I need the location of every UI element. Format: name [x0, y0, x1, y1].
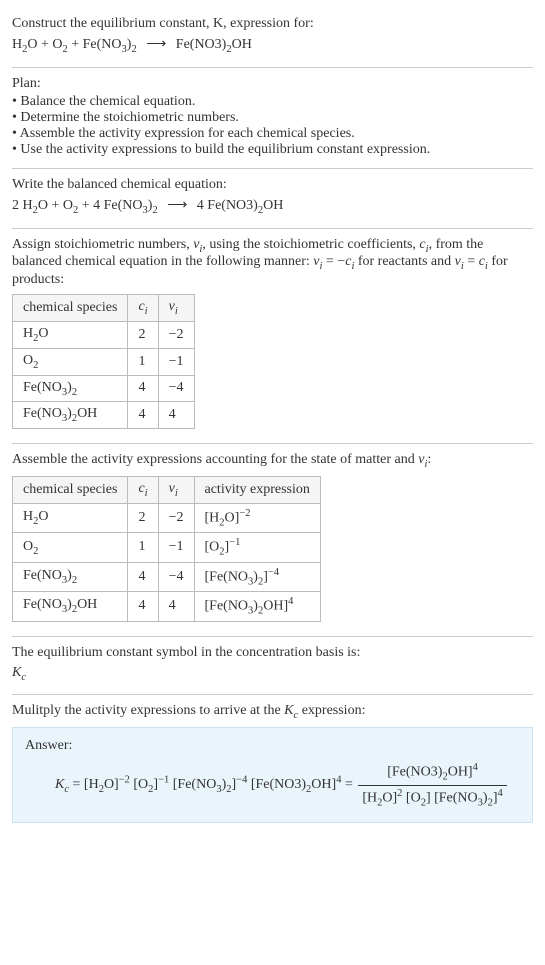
balanced-heading: Write the balanced chemical equation:	[12, 177, 533, 193]
stoich-heading: Assign stoichiometric numbers, νi, using…	[12, 237, 533, 289]
cell-c: 4	[128, 562, 158, 591]
col-ci: ci	[128, 295, 158, 322]
plan-section: Plan: Balance the chemical equation. Det…	[12, 68, 533, 169]
cell-nu: −1	[158, 348, 194, 375]
plan-item: Balance the chemical equation.	[12, 94, 533, 110]
intro-equation: H2O + O2 + Fe(NO3)2 ⟶ Fe(NO3)2OH	[12, 36, 533, 55]
cell-species: Fe(NO3)2	[13, 562, 128, 591]
plan-item: Determine the stoichiometric numbers.	[12, 110, 533, 126]
multiply-section: Mulitply the activity expressions to arr…	[12, 695, 533, 831]
cell-c: 4	[128, 592, 158, 621]
answer-fraction: [Fe(NO3)2OH]4 [H2O]2 [O2] [Fe(NO3)2]4	[358, 762, 506, 808]
table-row: H2O 2 −2 [H2O]−2	[13, 503, 321, 532]
stoich-section: Assign stoichiometric numbers, νi, using…	[12, 229, 533, 445]
cell-c: 2	[128, 321, 158, 348]
cell-nu: −2	[158, 321, 194, 348]
plan-item: Assemble the activity expression for eac…	[12, 126, 533, 142]
col-species: chemical species	[13, 476, 128, 503]
cell-c: 4	[128, 402, 158, 429]
cell-c: 2	[128, 503, 158, 532]
cell-c: 1	[128, 533, 158, 562]
symbol-value: Kc	[12, 665, 533, 683]
plan-list: Balance the chemical equation. Determine…	[12, 94, 533, 158]
activity-heading: Assemble the activity expressions accoun…	[12, 452, 533, 470]
plan-heading: Plan:	[12, 76, 533, 92]
table-row: O2 1 −1 [O2]−1	[13, 533, 321, 562]
symbol-section: The equilibrium constant symbol in the c…	[12, 637, 533, 696]
cell-activity: [Fe(NO3)2]−4	[194, 562, 320, 591]
cell-species: Fe(NO3)2OH	[13, 402, 128, 429]
table-header-row: chemical species ci νi	[13, 295, 195, 322]
answer-lhs: Kc = [H2O]−2 [O2]−1 [Fe(NO3)2]−4 [Fe(NO3…	[55, 777, 356, 792]
cell-activity: [H2O]−2	[194, 503, 320, 532]
table-row: Fe(NO3)2 4 −4	[13, 375, 195, 402]
multiply-heading: Mulitply the activity expressions to arr…	[12, 703, 533, 721]
cell-species: Fe(NO3)2	[13, 375, 128, 402]
cell-species: O2	[13, 533, 128, 562]
cell-nu: 4	[158, 592, 194, 621]
cell-species: O2	[13, 348, 128, 375]
cell-c: 4	[128, 375, 158, 402]
cell-activity: [Fe(NO3)2OH]4	[194, 592, 320, 621]
plan-item: Use the activity expressions to build th…	[12, 142, 533, 158]
answer-equation: Kc = [H2O]−2 [O2]−1 [Fe(NO3)2]−4 [Fe(NO3…	[25, 762, 520, 808]
table-row: Fe(NO3)2OH 4 4 [Fe(NO3)2OH]4	[13, 592, 321, 621]
cell-activity: [O2]−1	[194, 533, 320, 562]
col-species: chemical species	[13, 295, 128, 322]
cell-species: Fe(NO3)2OH	[13, 592, 128, 621]
activity-section: Assemble the activity expressions accoun…	[12, 444, 533, 636]
col-nui: νi	[158, 295, 194, 322]
cell-nu: −1	[158, 533, 194, 562]
table-row: Fe(NO3)2OH 4 4	[13, 402, 195, 429]
fraction-numerator: [Fe(NO3)2OH]4	[358, 762, 506, 785]
col-nui: νi	[158, 476, 194, 503]
table-row: O2 1 −1	[13, 348, 195, 375]
activity-table: chemical species ci νi activity expressi…	[12, 476, 321, 622]
cell-species: H2O	[13, 321, 128, 348]
col-activity: activity expression	[194, 476, 320, 503]
intro-line1: Construct the equilibrium constant, K, e…	[12, 16, 533, 32]
col-ci: ci	[128, 476, 158, 503]
answer-box: Answer: Kc = [H2O]−2 [O2]−1 [Fe(NO3)2]−4…	[12, 727, 533, 823]
table-header-row: chemical species ci νi activity expressi…	[13, 476, 321, 503]
balanced-equation: 2 H2O + O2 + 4 Fe(NO3)2 ⟶ 4 Fe(NO3)2OH	[12, 197, 533, 216]
cell-nu: −4	[158, 375, 194, 402]
intro-section: Construct the equilibrium constant, K, e…	[12, 8, 533, 68]
cell-nu: −4	[158, 562, 194, 591]
table-row: H2O 2 −2	[13, 321, 195, 348]
symbol-heading: The equilibrium constant symbol in the c…	[12, 645, 533, 661]
cell-c: 1	[128, 348, 158, 375]
answer-label: Answer:	[25, 738, 520, 754]
fraction-denominator: [H2O]2 [O2] [Fe(NO3)2]4	[358, 786, 506, 808]
balanced-section: Write the balanced chemical equation: 2 …	[12, 169, 533, 229]
cell-species: H2O	[13, 503, 128, 532]
cell-nu: −2	[158, 503, 194, 532]
table-row: Fe(NO3)2 4 −4 [Fe(NO3)2]−4	[13, 562, 321, 591]
cell-nu: 4	[158, 402, 194, 429]
stoich-table: chemical species ci νi H2O 2 −2 O2 1 −1 …	[12, 294, 195, 429]
